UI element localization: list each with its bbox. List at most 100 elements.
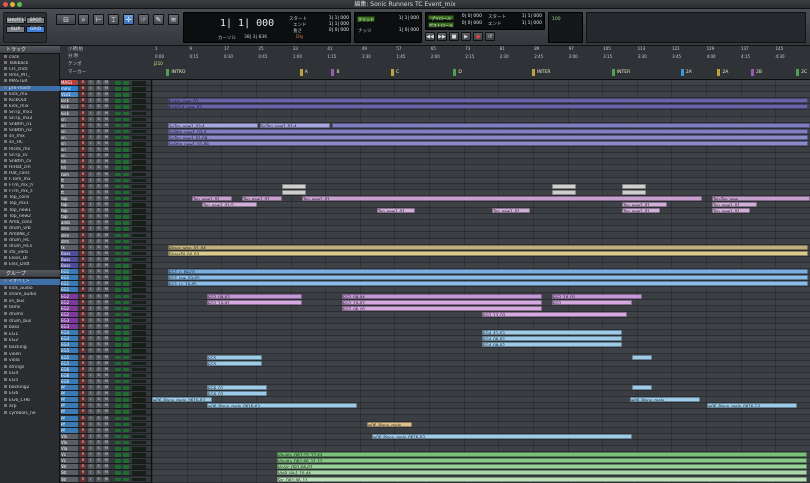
pan-indicator[interactable] [115, 111, 121, 115]
track-show-toggle-icon[interactable] [4, 189, 7, 193]
input-monitor-button[interactable]: I [87, 324, 94, 329]
record-enable-button[interactable]: R [80, 348, 86, 354]
track-name[interactable]: EG2 [61, 305, 78, 311]
pan-indicator[interactable] [115, 239, 121, 244]
solo-button[interactable]: S [95, 470, 102, 476]
pan-indicator[interactable] [115, 465, 121, 469]
groups-list-header[interactable]: グループ [0, 270, 60, 278]
track-name[interactable]: Pf [61, 385, 78, 390]
track-name[interactable]: sn [61, 141, 78, 146]
marker-label[interactable]: INTRO [166, 69, 185, 76]
input-monitor-button[interactable]: I [87, 238, 94, 244]
input-monitor-button[interactable]: I [87, 153, 94, 159]
track-name[interactable]: ft [61, 177, 78, 183]
audio-clip[interactable] [622, 189, 646, 195]
input-monitor-button[interactable]: I [87, 360, 94, 366]
play-button[interactable]: ▶ [461, 32, 471, 41]
record-enable-button[interactable]: R [80, 238, 86, 244]
group-list-item[interactable]: EG5 [0, 378, 60, 384]
solo-button[interactable]: S [95, 433, 102, 439]
pan-indicator[interactable] [115, 282, 121, 286]
mute-button[interactable]: M [103, 256, 110, 262]
solo-button[interactable]: S [95, 128, 102, 134]
mute-button[interactable]: M [103, 385, 110, 390]
pan-indicator[interactable] [115, 227, 121, 231]
mute-button[interactable]: M [103, 403, 110, 409]
tracks-list-header[interactable]: トラック [0, 46, 60, 54]
group-list-item[interactable]: viola [0, 358, 60, 364]
mute-button[interactable]: M [103, 104, 110, 110]
audio-clip[interactable]: SnBtm_new1_03-4 [168, 128, 808, 134]
track-list-item[interactable]: Hat_cons [0, 170, 60, 177]
group-toggle-icon[interactable] [4, 404, 7, 408]
track-show-toggle-icon[interactable] [4, 73, 7, 77]
track-name[interactable]: EG1 [61, 281, 78, 287]
audio-clip[interactable]: VlnR_Vln1.10.44 [277, 470, 807, 476]
track-name[interactable]: top [61, 208, 78, 214]
group-toggle-icon[interactable] [4, 331, 7, 335]
pan-indicator[interactable] [115, 440, 121, 445]
marker-label[interactable]: 2A [680, 69, 692, 76]
record-enable-button[interactable]: R [80, 336, 86, 342]
input-monitor-button[interactable]: I [87, 250, 94, 256]
record-enable-button[interactable]: R [80, 214, 86, 220]
track-name[interactable]: sn [61, 128, 78, 134]
track-name[interactable]: Str [61, 470, 78, 476]
record-enable-button[interactable]: R [80, 324, 86, 329]
group-toggle-icon[interactable] [4, 384, 7, 388]
audio-clip[interactable] [282, 189, 306, 195]
solo-button[interactable]: S [95, 220, 102, 226]
start-value[interactable]: 1| 1| 000 [309, 16, 349, 21]
record-enable-button[interactable]: R [80, 281, 86, 287]
mute-button[interactable]: M [103, 464, 110, 470]
input-monitor-button[interactable]: I [87, 397, 94, 403]
record-enable-button[interactable]: R [80, 409, 86, 415]
audio-clip[interactable]: EG2_13_02 [482, 311, 627, 317]
track-show-toggle-icon[interactable] [4, 177, 7, 180]
audio-clip[interactable]: w06_Piano_melo_0616-03 [372, 433, 632, 439]
track-name[interactable]: Vln [61, 439, 78, 445]
track-list-item[interactable]: KickOut [0, 97, 60, 104]
audio-clip[interactable]: EG5 [207, 354, 262, 360]
audio-clip[interactable]: EG1_low_03-05 [168, 275, 808, 281]
loop-button[interactable]: ↺ [485, 32, 495, 41]
audio-clip[interactable]: Top_new1_01 [192, 195, 232, 201]
solo-button[interactable]: S [95, 122, 102, 128]
track-list-item[interactable]: Top_new1 [0, 207, 60, 214]
track-show-toggle-icon[interactable] [4, 109, 7, 113]
input-monitor-button[interactable]: I [87, 446, 94, 451]
record-enable-button[interactable]: R [80, 330, 86, 336]
solo-button[interactable]: S [95, 342, 102, 348]
zoom-tool-icon[interactable]: ⌕ [78, 14, 89, 25]
track-show-toggle-icon[interactable] [4, 262, 7, 266]
pan-indicator[interactable] [115, 300, 121, 305]
group-toggle-icon[interactable] [4, 391, 7, 395]
mute-button[interactable]: M [103, 128, 110, 134]
track-show-toggle-icon[interactable] [4, 67, 7, 71]
mute-button[interactable]: M [103, 269, 110, 275]
group-list-item[interactable]: arp [0, 404, 60, 410]
audio-clip[interactable]: EG2_06_01 [342, 305, 542, 311]
pan-indicator[interactable] [115, 288, 121, 292]
audio-clip[interactable]: EG2_10_01 [552, 293, 642, 299]
track-list-item[interactable]: Talkback [0, 61, 60, 67]
track-show-toggle-icon[interactable] [4, 256, 7, 260]
track-name[interactable]: EG5 [61, 354, 78, 360]
input-monitor-button[interactable]: I [87, 464, 94, 470]
input-monitor-button[interactable]: I [87, 165, 94, 171]
track-name[interactable]: Vc [61, 452, 78, 458]
record-enable-button[interactable]: R [80, 378, 86, 384]
track-name[interactable]: EG1 [61, 269, 78, 275]
scrub-tool-icon[interactable]: ≋ [168, 14, 179, 25]
record-enable-button[interactable]: R [80, 147, 86, 153]
track-name[interactable]: Pf [61, 397, 78, 403]
track-name[interactable]: EG4 [61, 336, 78, 342]
mute-button[interactable]: M [103, 238, 110, 244]
mute-button[interactable]: M [103, 159, 110, 165]
track-name[interactable]: drm [61, 238, 78, 244]
input-monitor-button[interactable]: I [87, 433, 94, 439]
track-name[interactable]: top [61, 202, 78, 207]
mute-button[interactable]: M [103, 342, 110, 348]
solo-button[interactable]: S [95, 354, 102, 360]
track-name[interactable]: EG4 [61, 342, 78, 348]
